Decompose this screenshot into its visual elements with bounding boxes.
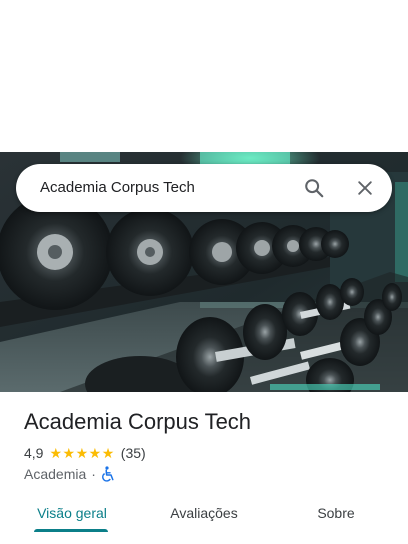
- star-icon: ★: [62, 445, 76, 461]
- star-icon: ★: [49, 445, 63, 461]
- close-icon: [358, 181, 372, 195]
- tab-avaliacoes[interactable]: Avaliações: [152, 496, 256, 536]
- star-icon: ★: [75, 445, 89, 461]
- blank-top-area: [0, 0, 408, 152]
- star-icon: ★: [88, 445, 102, 461]
- star-icon: ★: [101, 445, 115, 461]
- active-tab-indicator: [34, 529, 108, 532]
- search-icon: [305, 179, 324, 198]
- rating-row[interactable]: 4,9 ★ ★ ★ ★ ★ (35): [24, 443, 146, 463]
- review-count[interactable]: (35): [121, 445, 146, 461]
- place-tabs: Visão geral Avaliações Sobre: [0, 496, 408, 544]
- place-title: Academia Corpus Tech: [24, 409, 252, 434]
- category-row: Academia ·: [24, 464, 115, 484]
- tab-sobre[interactable]: Sobre: [296, 496, 376, 536]
- search-bar[interactable]: Academia Corpus Tech: [16, 164, 392, 212]
- rating-stars: ★ ★ ★ ★ ★: [49, 446, 114, 460]
- rating-value: 4,9: [24, 445, 44, 461]
- search-query-text[interactable]: Academia Corpus Tech: [40, 164, 195, 212]
- place-category: Academia: [24, 466, 87, 482]
- clear-search-button[interactable]: [349, 172, 381, 204]
- search-button[interactable]: [298, 172, 330, 204]
- wheelchair-icon: [102, 466, 114, 482]
- separator-dot: ·: [91, 466, 96, 482]
